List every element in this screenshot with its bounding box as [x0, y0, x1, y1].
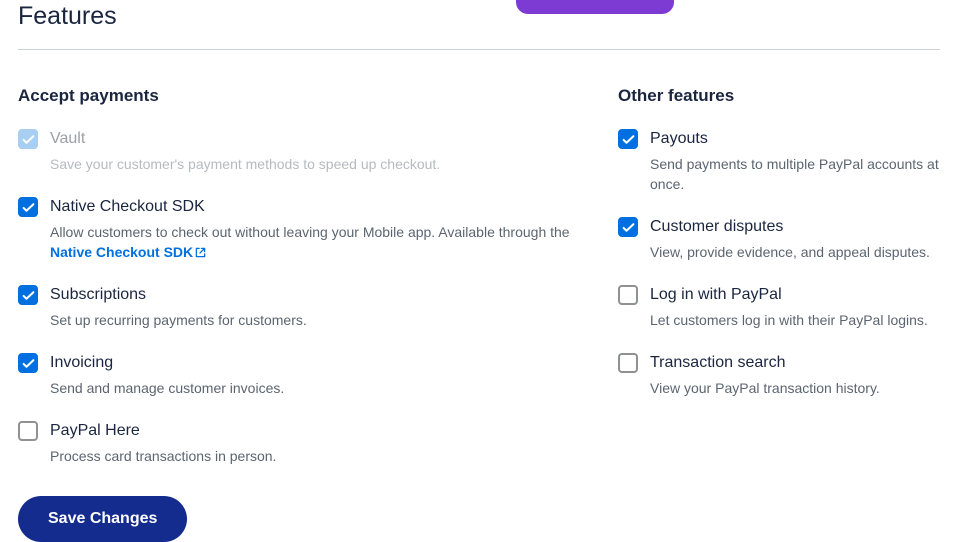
save-changes-button[interactable]: Save Changes: [18, 496, 187, 542]
external-link-icon: [195, 247, 206, 258]
feature-title: Native Checkout SDK: [50, 196, 578, 218]
feature-desc: View, provide evidence, and appeal dispu…: [650, 242, 940, 262]
feature-paypal-here: PayPal Here Process card transactions in…: [18, 420, 578, 466]
checkmark-icon: [22, 357, 35, 370]
feature-body: Native Checkout SDK Allow customers to c…: [50, 196, 578, 262]
feature-invoicing: Invoicing Send and manage customer invoi…: [18, 352, 578, 398]
link-text: Native Checkout SDK: [50, 244, 193, 260]
feature-subscriptions: Subscriptions Set up recurring payments …: [18, 284, 578, 330]
feature-payouts: Payouts Send payments to multiple PayPal…: [618, 128, 940, 194]
checkbox-invoicing[interactable]: [18, 353, 38, 373]
feature-desc: Send payments to multiple PayPal account…: [650, 154, 940, 194]
feature-body: Subscriptions Set up recurring payments …: [50, 284, 578, 330]
checkbox-paypal-here[interactable]: [18, 421, 38, 441]
checkbox-subscriptions[interactable]: [18, 285, 38, 305]
feature-desc: View your PayPal transaction history.: [650, 378, 940, 398]
checkmark-icon: [22, 133, 35, 146]
feature-desc-pre: Allow customers to check out without lea…: [50, 224, 570, 240]
feature-vault: Vault Save your customer's payment metho…: [18, 128, 578, 174]
feature-body: Log in with PayPal Let customers log in …: [650, 284, 940, 330]
feature-title: Payouts: [650, 128, 940, 150]
feature-body: Transaction search View your PayPal tran…: [650, 352, 940, 398]
feature-txn-search: Transaction search View your PayPal tran…: [618, 352, 940, 398]
feature-body: Vault Save your customer's payment metho…: [50, 128, 578, 174]
checkbox-native-checkout[interactable]: [18, 197, 38, 217]
feature-body: Payouts Send payments to multiple PayPal…: [650, 128, 940, 194]
checkmark-icon: [22, 289, 35, 302]
section-heading-accept-payments: Accept payments: [18, 86, 578, 106]
checkmark-icon: [622, 133, 635, 146]
checkmark-icon: [622, 221, 635, 234]
checkbox-payouts[interactable]: [618, 129, 638, 149]
feature-title: Transaction search: [650, 352, 940, 374]
checkbox-vault: [18, 129, 38, 149]
feature-desc: Process card transactions in person.: [50, 446, 578, 466]
feature-login-paypal: Log in with PayPal Let customers log in …: [618, 284, 940, 330]
top-purple-accent: [516, 0, 674, 14]
other-features-section: Other features Payouts Send payments to …: [618, 86, 940, 542]
feature-title: PayPal Here: [50, 420, 578, 442]
feature-columns: Accept payments Vault Save your customer…: [18, 50, 940, 542]
checkmark-icon: [22, 201, 35, 214]
section-heading-other-features: Other features: [618, 86, 940, 106]
native-checkout-sdk-link[interactable]: Native Checkout SDK: [50, 244, 206, 260]
checkbox-login-paypal[interactable]: [618, 285, 638, 305]
feature-desc: Allow customers to check out without lea…: [50, 222, 578, 262]
feature-title: Customer disputes: [650, 216, 940, 238]
feature-title: Log in with PayPal: [650, 284, 940, 306]
feature-body: Invoicing Send and manage customer invoi…: [50, 352, 578, 398]
feature-desc: Save your customer's payment methods to …: [50, 154, 578, 174]
feature-desc: Let customers log in with their PayPal l…: [650, 310, 940, 330]
feature-title: Invoicing: [50, 352, 578, 374]
checkbox-txn-search[interactable]: [618, 353, 638, 373]
checkbox-disputes[interactable]: [618, 217, 638, 237]
feature-native-checkout: Native Checkout SDK Allow customers to c…: [18, 196, 578, 262]
feature-desc: Set up recurring payments for customers.: [50, 310, 578, 330]
feature-title: Vault: [50, 128, 578, 150]
page-title: Features: [18, 0, 940, 49]
feature-disputes: Customer disputes View, provide evidence…: [618, 216, 940, 262]
feature-body: Customer disputes View, provide evidence…: [650, 216, 940, 262]
feature-body: PayPal Here Process card transactions in…: [50, 420, 578, 466]
accept-payments-section: Accept payments Vault Save your customer…: [18, 86, 578, 542]
feature-desc: Send and manage customer invoices.: [50, 378, 578, 398]
feature-title: Subscriptions: [50, 284, 578, 306]
